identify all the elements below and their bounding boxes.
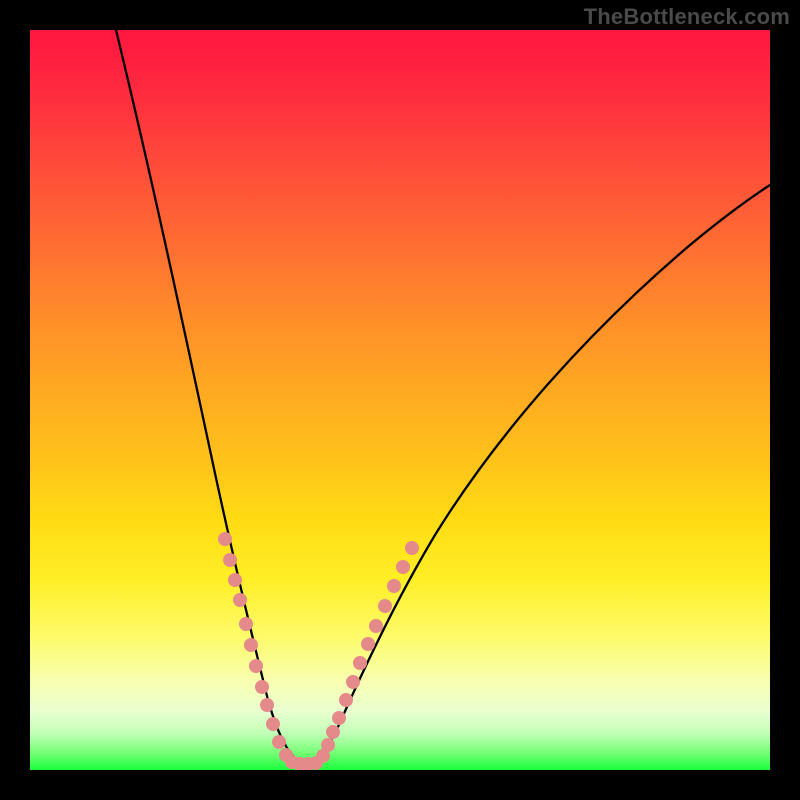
chart-frame: TheBottleneck.com xyxy=(0,0,800,800)
plot-area xyxy=(30,30,770,770)
curve-left-branch xyxy=(116,30,302,764)
bottleneck-curve xyxy=(30,30,770,770)
marker-dots xyxy=(218,532,419,770)
watermark-label: TheBottleneck.com xyxy=(584,4,790,30)
curve-right-branch xyxy=(302,185,770,764)
